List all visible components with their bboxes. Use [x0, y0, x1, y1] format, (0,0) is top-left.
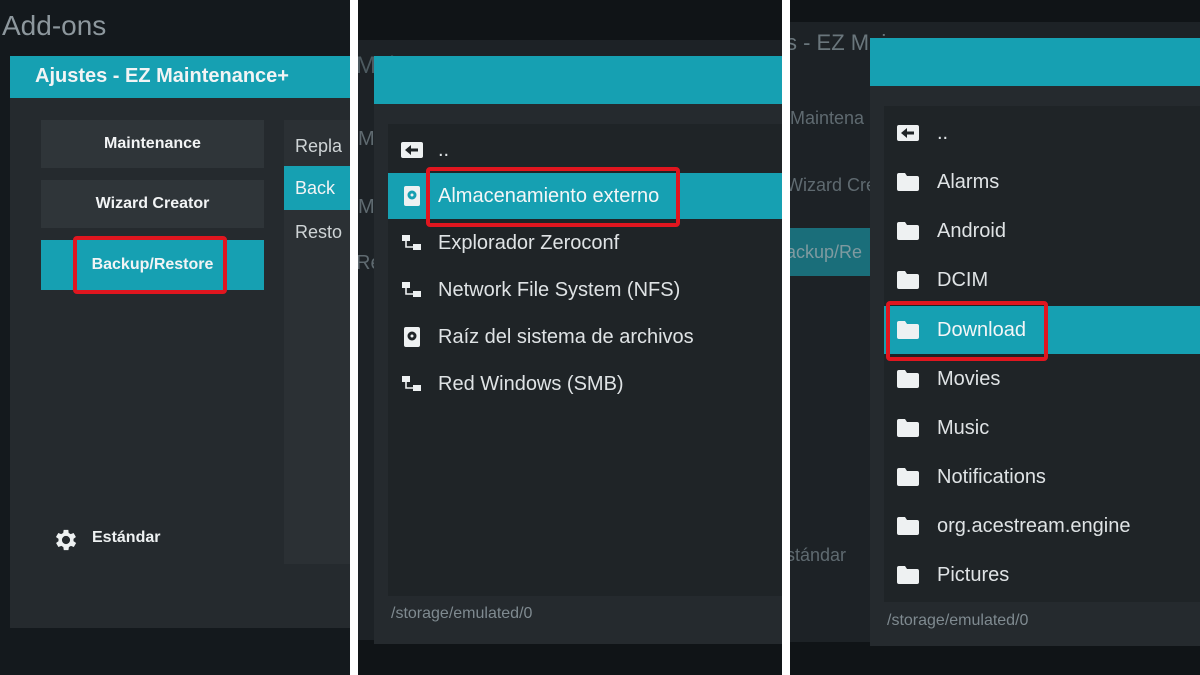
folder-icon	[897, 222, 919, 240]
highlight-box	[73, 236, 227, 294]
folder-icon	[897, 517, 919, 535]
folder-notifications[interactable]: Notifications	[884, 454, 1200, 500]
settings-dialog: Ajustes - EZ Maintenance+ Maintenance Wi…	[10, 56, 350, 628]
item-label: org.acestream.engine	[937, 515, 1131, 537]
network-icon	[402, 282, 421, 297]
background-text: M	[358, 196, 375, 218]
settings-level-button[interactable]: Estándar	[50, 524, 210, 556]
item-label: Android	[937, 220, 1006, 242]
option-backup[interactable]: Back	[284, 166, 350, 210]
dialog-title: Ajustes - EZ Maintenance+	[35, 65, 289, 87]
item-label: Red Windows (SMB)	[438, 373, 624, 395]
folder-icon	[897, 468, 919, 486]
list-item-root-filesystem[interactable]: Raíz del sistema de archivos	[388, 314, 788, 360]
storage-icon	[404, 327, 420, 347]
folder-icon	[897, 419, 919, 437]
option-restore[interactable]: Resto	[284, 214, 350, 250]
item-label: Raíz del sistema de archivos	[438, 326, 694, 348]
current-path: /storage/emulated/0	[391, 605, 533, 622]
folder-icon	[897, 173, 919, 191]
background-text: M	[358, 128, 375, 150]
folder-pictures[interactable]: Pictures	[884, 552, 1200, 598]
panel-sources: Mai M M Re .. Almacenamiento externo Exp…	[358, 0, 788, 675]
network-icon	[402, 376, 421, 391]
folder-music[interactable]: Music	[884, 405, 1200, 451]
item-label: ..	[937, 122, 949, 144]
dialog-header: Ajustes - EZ Maintenance+	[10, 56, 350, 98]
folder-android[interactable]: Android	[884, 208, 1200, 254]
gear-icon	[55, 529, 77, 551]
browser-header	[870, 38, 1200, 86]
settings-level-label: Estándar	[92, 529, 161, 546]
storage-icon	[404, 186, 420, 206]
panel-divider	[782, 0, 790, 675]
folder-icon	[897, 271, 919, 289]
folder-alarms[interactable]: Alarms	[884, 159, 1200, 205]
item-label: DCIM	[937, 269, 989, 291]
item-label: ..	[438, 139, 450, 161]
back-arrow-icon	[897, 125, 919, 141]
background-text: ackup/Re	[790, 242, 863, 262]
panel-divider	[350, 0, 358, 675]
category-wizard-creator[interactable]: Wizard Creator	[41, 180, 264, 228]
folder-icon	[897, 370, 919, 388]
background-text: Maintena	[790, 108, 865, 128]
option-replace[interactable]: Repla	[284, 128, 350, 164]
list-item-nfs[interactable]: Network File System (NFS)	[388, 267, 788, 313]
list-item-smb[interactable]: Red Windows (SMB)	[388, 361, 788, 407]
list-item-parent[interactable]: ..	[884, 110, 1200, 156]
item-label: Alarms	[937, 171, 1000, 193]
highlight-box	[426, 167, 680, 227]
item-label: Network File System (NFS)	[438, 279, 681, 301]
item-label: Explorador Zeroconf	[438, 232, 620, 254]
item-label: Pictures	[937, 564, 1010, 586]
network-icon	[402, 235, 421, 250]
highlight-box	[886, 301, 1048, 361]
category-maintenance[interactable]: Maintenance	[41, 120, 264, 168]
background-text: stándar	[790, 545, 847, 565]
category-label: Maintenance	[104, 135, 201, 152]
background-text: Wizard Cre	[790, 175, 877, 195]
folder-org-acestream-engine[interactable]: org.acestream.engine	[884, 503, 1200, 549]
list-item-zeroconf[interactable]: Explorador Zeroconf	[388, 220, 788, 266]
item-label: Movies	[937, 368, 1001, 390]
folder-movies[interactable]: Movies	[884, 356, 1200, 402]
current-path: /storage/emulated/0	[887, 612, 1029, 629]
category-label: Wizard Creator	[95, 195, 210, 212]
item-label: Music	[937, 417, 990, 439]
options-list: Repla Back Resto	[284, 120, 350, 564]
item-label: Notifications	[937, 466, 1046, 488]
page-title: Add-ons	[2, 10, 107, 41]
browser-header	[374, 56, 788, 104]
panel-settings: Add-ons Ajustes - EZ Maintenance+ Mainte…	[0, 0, 350, 675]
panel-folders: s - EZ Mai Maintena Wizard Cre ackup/Re …	[790, 0, 1200, 675]
back-arrow-icon	[401, 142, 423, 158]
list-item-parent[interactable]: ..	[388, 128, 788, 172]
folder-dcim[interactable]: DCIM	[884, 257, 1200, 303]
folder-icon	[897, 566, 919, 584]
